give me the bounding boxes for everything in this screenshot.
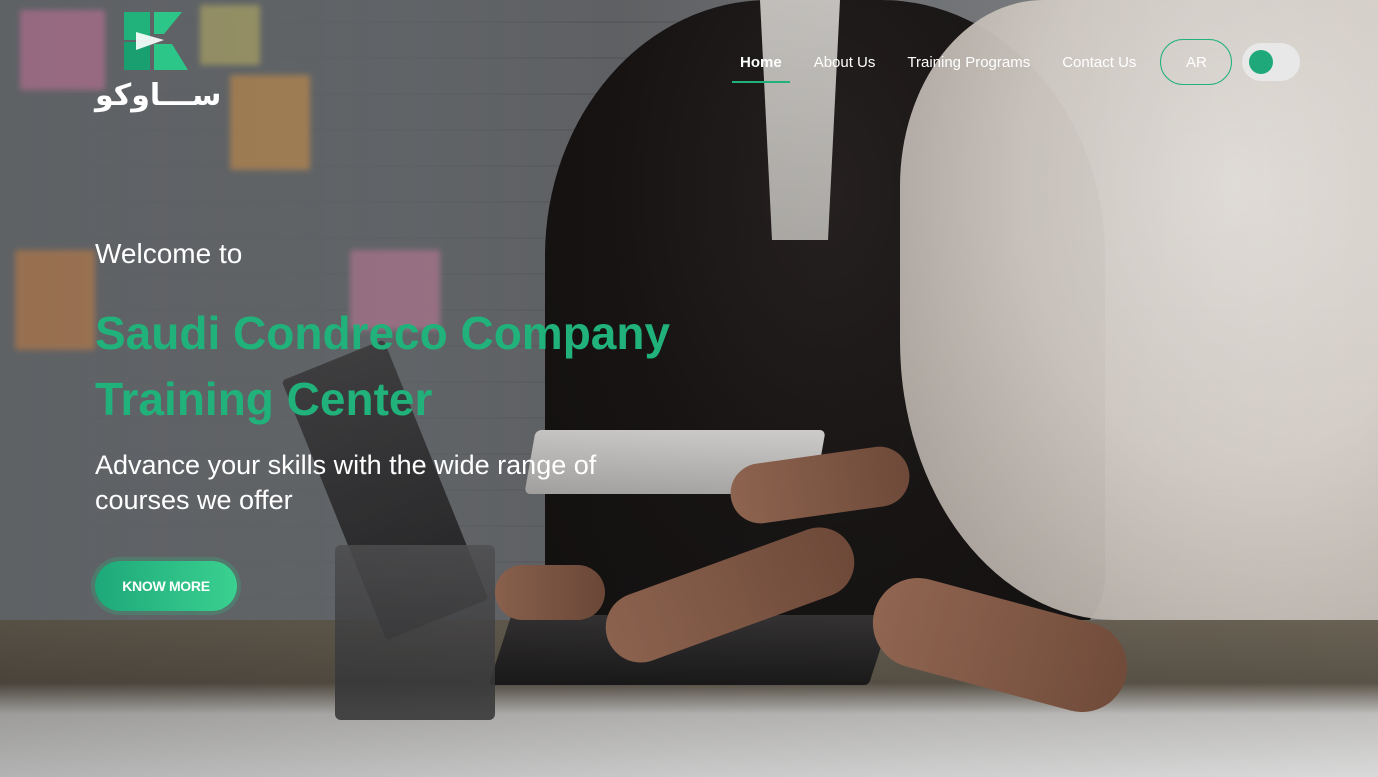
know-more-button[interactable]: KNOW MORE [95, 561, 237, 611]
hero-headline: Saudi Condreco Company Training Center [95, 307, 671, 425]
theme-toggle[interactable] [1242, 43, 1301, 81]
hero-subhead: Advance your skills with the wide range … [95, 450, 597, 515]
site-logo[interactable]: ســـاوكو [95, 10, 222, 115]
logo-icon [124, 12, 188, 70]
nav-item-about-us[interactable]: About Us [812, 48, 878, 77]
nav-item-training-programs[interactable]: Training Programs [905, 48, 1032, 77]
hero-section: ســـاوكو Home About Us Training Programs… [0, 0, 1378, 777]
main-nav: Home About Us Training Programs Contact … [730, 38, 1301, 86]
hero-welcome: Welcome to [95, 238, 243, 269]
nav-item-contact-us[interactable]: Contact Us [1060, 48, 1138, 77]
logo-text: ســـاوكو [95, 78, 222, 113]
nav-item-home[interactable]: Home [732, 48, 790, 83]
language-button[interactable]: AR [1160, 39, 1233, 85]
toggle-knob-icon [1249, 50, 1274, 74]
